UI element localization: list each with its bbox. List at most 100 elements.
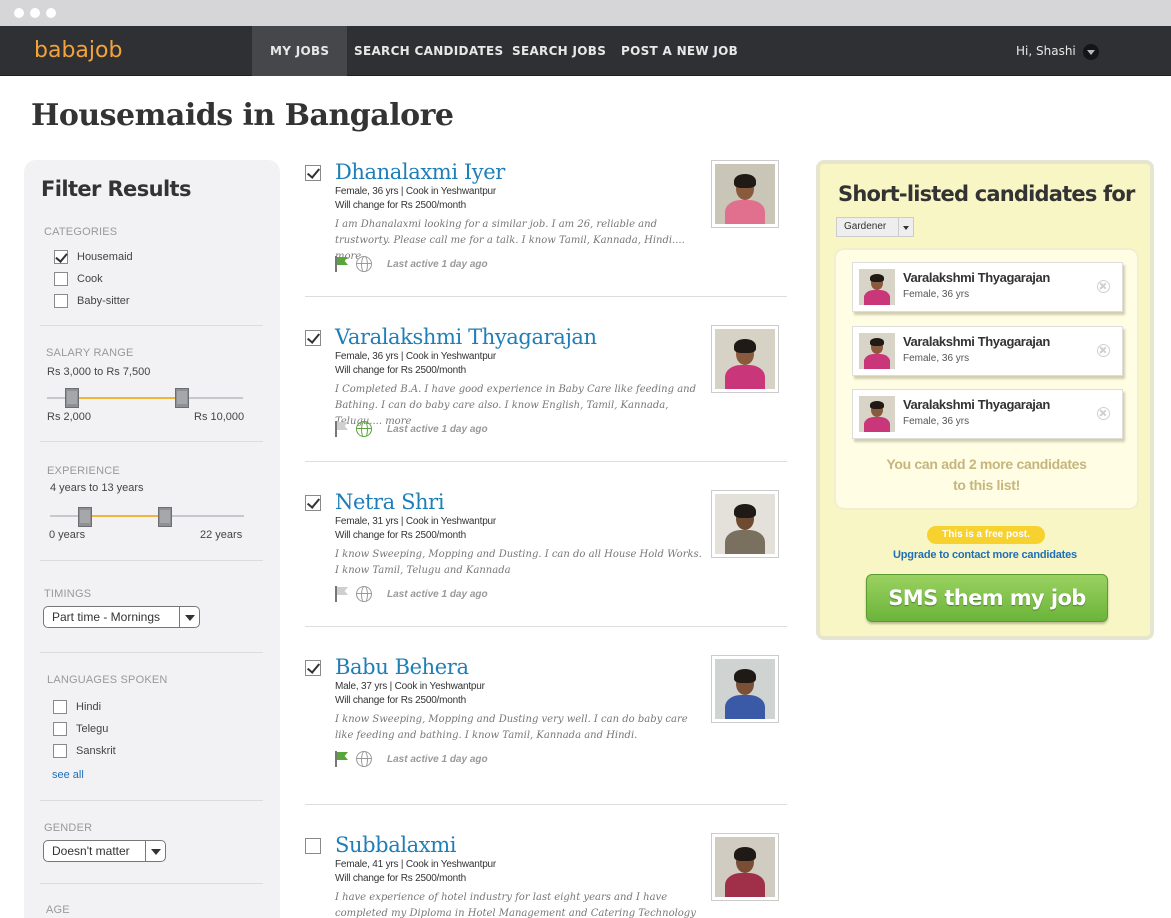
salary-max-handle[interactable] bbox=[174, 388, 189, 408]
candidate-description: I know Sweeping, Mopping and Dusting. I … bbox=[335, 547, 705, 579]
browser-chrome bbox=[0, 0, 1171, 26]
remove-icon[interactable] bbox=[1097, 344, 1110, 357]
flag-icon[interactable] bbox=[335, 751, 349, 767]
candidate-select-checkbox[interactable] bbox=[305, 165, 321, 181]
candidate-description: I know Sweeping, Mopping and Dusting ver… bbox=[335, 712, 705, 744]
gender-select[interactable]: Doesn't matter bbox=[43, 840, 166, 862]
candidate-photo[interactable] bbox=[711, 490, 779, 558]
shortlist-panel: Short-listed candidates for Gardener Var… bbox=[816, 160, 1154, 640]
candidate-photo[interactable] bbox=[711, 655, 779, 723]
nav-my-jobs[interactable]: MY JOBS bbox=[252, 26, 348, 76]
experience-slider-fill bbox=[85, 515, 165, 517]
candidate-salary: Will change for Rs 2500/month bbox=[335, 200, 466, 211]
shortlist-job-select[interactable]: Gardener bbox=[836, 217, 914, 237]
language-telegu-label[interactable]: Telegu bbox=[76, 723, 108, 735]
chevron-down-icon[interactable] bbox=[145, 841, 165, 861]
candidate-photo[interactable] bbox=[711, 160, 779, 228]
divider bbox=[305, 626, 787, 627]
avatar bbox=[859, 396, 895, 432]
window-minimize-dot[interactable] bbox=[30, 8, 40, 18]
window-close-dot[interactable] bbox=[14, 8, 24, 18]
filter-title: Filter Results bbox=[41, 177, 191, 201]
babajob-logo[interactable]: babajob bbox=[34, 38, 122, 63]
candidate-description: I have experience of hotel industry for … bbox=[335, 890, 705, 918]
candidate-meta: Male, 37 yrs | Cook in Yeshwantpur bbox=[335, 681, 485, 692]
user-menu-caret-icon[interactable] bbox=[1083, 44, 1099, 60]
divider bbox=[305, 296, 787, 297]
shortlist-capacity-line2: to this list! bbox=[953, 477, 1020, 493]
candidate-meta: Female, 41 yrs | Cook in Yeshwantpur bbox=[335, 859, 497, 870]
category-housemaid-label[interactable]: Housemaid bbox=[77, 251, 133, 263]
divider bbox=[40, 883, 263, 884]
experience-max-handle[interactable] bbox=[157, 507, 172, 527]
shortlist-card[interactable]: Varalakshmi Thyagarajan Female, 36 yrs bbox=[852, 389, 1123, 439]
category-housemaid-checkbox[interactable] bbox=[54, 250, 68, 264]
language-sanskrit-label[interactable]: Sanskrit bbox=[76, 745, 116, 757]
candidate-select-checkbox[interactable] bbox=[305, 838, 321, 854]
user-greeting[interactable]: Hi, Shashi bbox=[1016, 26, 1076, 76]
candidate-salary: Will change for Rs 2500/month bbox=[335, 530, 466, 541]
divider bbox=[305, 461, 787, 462]
candidate-select-checkbox[interactable] bbox=[305, 495, 321, 511]
experience-min-label: 0 years bbox=[49, 529, 86, 541]
candidate-name[interactable]: Subbalaxmi bbox=[335, 833, 456, 857]
candidate-description: I am Dhanalaxmi looking for a similar jo… bbox=[335, 217, 705, 265]
language-sanskrit-checkbox[interactable] bbox=[53, 744, 67, 758]
language-hindi-label[interactable]: Hindi bbox=[76, 701, 101, 713]
last-active-text: Last active 1 day ago bbox=[387, 754, 488, 765]
candidate-photo[interactable] bbox=[711, 833, 779, 901]
candidate-meta: Female, 31 yrs | Cook in Yeshwantpur bbox=[335, 516, 497, 527]
experience-heading: EXPERIENCE bbox=[47, 465, 120, 477]
shortlist-card[interactable]: Varalakshmi Thyagarajan Female, 36 yrs bbox=[852, 262, 1123, 312]
language-telegu-checkbox[interactable] bbox=[53, 722, 67, 736]
language-hindi-checkbox[interactable] bbox=[53, 700, 67, 714]
shortlist-title: Short-listed candidates for bbox=[838, 182, 1135, 206]
flag-icon[interactable] bbox=[335, 256, 349, 272]
avatar bbox=[859, 269, 895, 305]
top-navbar: babajob MY JOBS SEARCH CANDIDATES SEARCH… bbox=[0, 26, 1171, 76]
upgrade-link[interactable]: Upgrade to contact more candidates bbox=[820, 549, 1150, 561]
experience-max-label: 22 years bbox=[200, 529, 243, 541]
candidate-name[interactable]: Varalakshmi Thyagarajan bbox=[335, 325, 597, 349]
category-babysitter-checkbox[interactable] bbox=[54, 294, 68, 308]
description-text: I have experience of hotel industry for … bbox=[335, 892, 696, 918]
salary-min-handle[interactable] bbox=[64, 388, 79, 408]
candidate-name[interactable]: Dhanalaxmi Iyer bbox=[335, 160, 505, 184]
category-babysitter-label[interactable]: Baby-sitter bbox=[77, 295, 130, 307]
candidate-select-checkbox[interactable] bbox=[305, 660, 321, 676]
chevron-down-icon[interactable] bbox=[179, 607, 199, 627]
shortlist-card[interactable]: Varalakshmi Thyagarajan Female, 36 yrs bbox=[852, 326, 1123, 376]
globe-icon bbox=[356, 751, 372, 767]
candidate-name[interactable]: Babu Behera bbox=[335, 655, 469, 679]
timings-select[interactable]: Part time - Mornings bbox=[43, 606, 200, 628]
candidate-select-checkbox[interactable] bbox=[305, 330, 321, 346]
experience-min-handle[interactable] bbox=[78, 507, 93, 527]
category-cook-label[interactable]: Cook bbox=[77, 273, 103, 285]
chevron-down-icon[interactable] bbox=[898, 218, 913, 236]
flag-icon[interactable] bbox=[335, 586, 349, 602]
window-maximize-dot[interactable] bbox=[46, 8, 56, 18]
candidate-description: I Completed B.A. I have good experience … bbox=[335, 382, 705, 430]
salary-min-label: Rs 2,000 bbox=[47, 411, 92, 423]
candidate-name[interactable]: Netra Shri bbox=[335, 490, 445, 514]
description-text: I know Sweeping, Mopping and Dusting ver… bbox=[335, 714, 688, 741]
page-title: Housemaids in Bangalore bbox=[31, 98, 454, 133]
description-text: I am Dhanalaxmi looking for a similar jo… bbox=[335, 219, 685, 246]
remove-icon[interactable] bbox=[1097, 280, 1110, 293]
shortlist-cards-area: Varalakshmi Thyagarajan Female, 36 yrs V… bbox=[834, 248, 1139, 510]
globe-icon bbox=[356, 586, 372, 602]
salary-max-label: Rs 10,000 bbox=[194, 411, 245, 423]
candidate-photo[interactable] bbox=[711, 325, 779, 393]
shortlist-name: Varalakshmi Thyagarajan bbox=[903, 270, 1050, 285]
flag-icon[interactable] bbox=[335, 421, 349, 437]
languages-see-all-link[interactable]: see all bbox=[52, 769, 84, 781]
timings-heading: TIMINGS bbox=[44, 588, 92, 600]
divider bbox=[40, 441, 263, 442]
candidate-meta: Female, 36 yrs | Cook in Yeshwantpur bbox=[335, 186, 497, 197]
category-cook-checkbox[interactable] bbox=[54, 272, 68, 286]
remove-icon[interactable] bbox=[1097, 407, 1110, 420]
experience-range-text: 4 years to 13 years bbox=[50, 482, 144, 494]
shortlist-name: Varalakshmi Thyagarajan bbox=[903, 334, 1050, 349]
sms-job-button[interactable]: SMS them my job bbox=[866, 574, 1108, 622]
nav-post-new-job[interactable]: POST A NEW JOB bbox=[603, 26, 756, 76]
